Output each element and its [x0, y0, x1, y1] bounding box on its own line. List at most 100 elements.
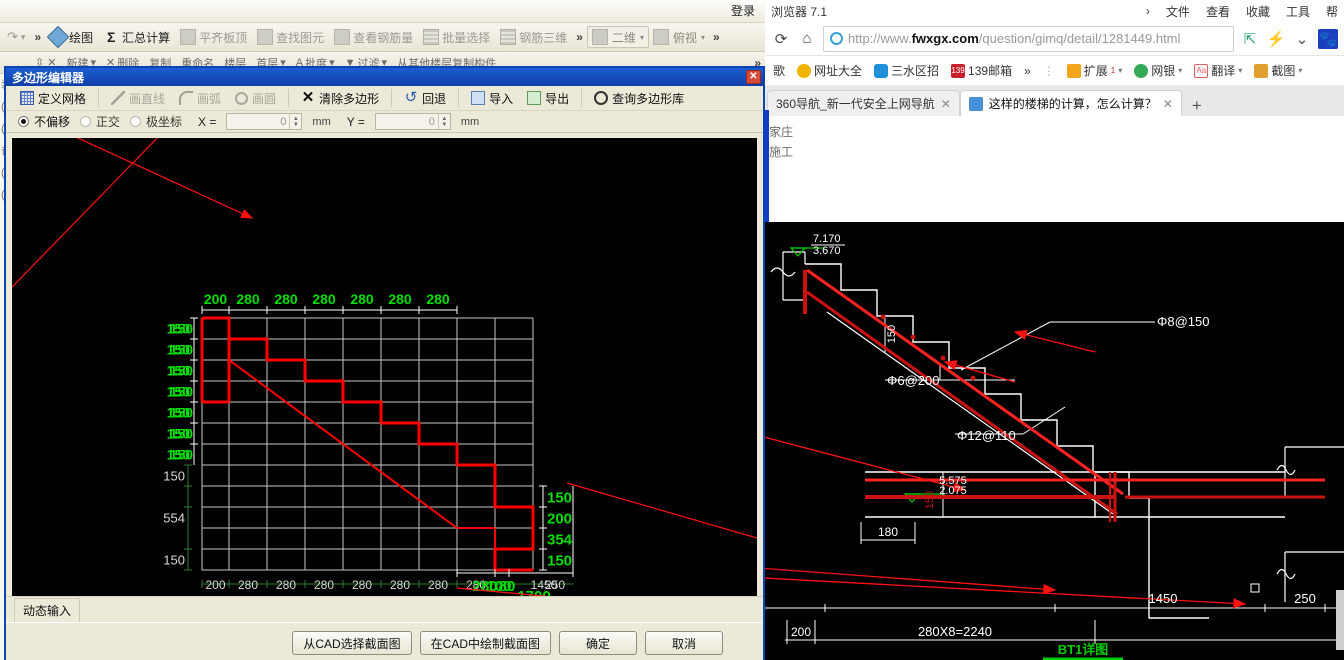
stair-detail-svg: 7.1703.670150Φ8@150Φ6@200Φ12@1105.5752.0…	[765, 233, 1344, 660]
scrollbar-thumb[interactable]	[1336, 590, 1344, 650]
x-input-spinner[interactable]: ▲▼	[226, 113, 303, 130]
lightning-icon[interactable]: ⚡	[1266, 29, 1286, 49]
menu-file[interactable]: 文件	[1166, 3, 1190, 20]
page-line-2: 施工	[769, 145, 794, 159]
bookmark-139mail[interactable]: 139 139邮箱	[947, 60, 1016, 81]
toolbar-item-draw[interactable]: 绘图	[45, 25, 98, 49]
chevron-right-icon-2[interactable]: »	[572, 30, 587, 44]
close-icon[interactable]: ✕	[746, 70, 761, 84]
ok-button[interactable]: 确定	[559, 631, 637, 655]
chevron-down-icon[interactable]: ⌄	[1292, 29, 1312, 49]
tab-stair-question[interactable]: 这样的楼梯的计算，怎么计算？ ✕	[959, 90, 1182, 116]
menu-overflow-icon[interactable]: ›	[1146, 4, 1150, 18]
dialog-toolbar: 定义网格 画直线 画弧 画圆 ✕ 清除多边形 ↺ 回退 导入 导出 查询多边形库	[6, 86, 763, 111]
bookmark-song[interactable]: 歌	[769, 60, 789, 81]
browser-menubar: › 文件 查看 收藏 工具 帮	[1146, 3, 1338, 20]
paw-icon[interactable]: 🐾	[1318, 28, 1338, 49]
bookmark-139mail-label: 139邮箱	[968, 64, 1013, 78]
toolbar-item-view-rebar-qty[interactable]: 查看钢筋量	[329, 25, 418, 49]
toolbar-item-align-slab-top[interactable]: 平齐板顶	[175, 25, 252, 49]
ext-online-bank-label: 网银	[1151, 64, 1176, 78]
chevron-down-icon-top: ▾	[700, 32, 705, 42]
tab-360-navigation[interactable]: 360导航_新一代安全上网导航 ✕	[767, 90, 960, 116]
dialog-tool-draw-arc[interactable]: 画弧	[173, 88, 227, 108]
sanshui-icon	[874, 63, 889, 78]
dialog-tool-undo[interactable]: ↺ 回退	[398, 88, 452, 108]
chevron-right-icon-3[interactable]: »	[709, 30, 724, 44]
x-field-label: X =	[198, 114, 217, 129]
x-spinner-arrows[interactable]: ▲ ▼	[289, 114, 301, 129]
ext-extensions-chevron-icon[interactable]: ▾	[1118, 66, 1122, 75]
menu-tools[interactable]: 工具	[1286, 3, 1310, 20]
svg-text:7.170: 7.170	[813, 233, 841, 245]
ext-screenshot-chevron-icon[interactable]: ▾	[1298, 66, 1302, 75]
y-input-spinner[interactable]: ▲▼	[374, 113, 451, 130]
view-combo-top[interactable]: 俯视 ▾	[649, 26, 709, 48]
svg-text:150: 150	[170, 384, 194, 400]
address-bar[interactable]: http://www.fwxgx.com/question/gimq/detai…	[823, 25, 1234, 52]
dialog-tool-import[interactable]: 导入	[465, 88, 519, 108]
tab-close-icon-2[interactable]: ✕	[1163, 97, 1173, 111]
home-icon[interactable]: ⌂	[797, 29, 817, 49]
ext-translate[interactable]: Aa 翻译 ▾	[1190, 60, 1246, 81]
svg-text:280X8=2240: 280X8=2240	[918, 624, 992, 639]
toolbar-item-batch-select-label: 批量选择	[442, 30, 491, 45]
reload-icon[interactable]: ⟳	[771, 29, 791, 49]
svg-text:150: 150	[170, 405, 194, 421]
toolbar-overflow-left[interactable]: ↷ ▾	[2, 25, 30, 49]
dialog-tool-query-library[interactable]: 查询多边形库	[588, 88, 690, 108]
radio-orthogonal-dot	[80, 116, 92, 127]
draw-section-in-cad-button[interactable]: 在CAD中绘制截面图	[419, 631, 551, 655]
toolbar-item-find-element[interactable]: 查找图元	[252, 25, 329, 49]
ext-screenshot[interactable]: 截图 ▾	[1250, 60, 1306, 81]
radio-orthogonal[interactable]: 正交	[80, 113, 120, 130]
ext-translate-chevron-icon[interactable]: ▾	[1238, 66, 1242, 75]
online-bank-icon	[1134, 63, 1149, 78]
menu-view[interactable]: 查看	[1206, 3, 1230, 20]
ext-online-bank[interactable]: 网银 ▾	[1130, 60, 1186, 81]
svg-text:280: 280	[352, 578, 372, 592]
new-tab-button[interactable]: +	[1182, 96, 1212, 116]
toolbar-item-summary-calc[interactable]: Σ 汇总计算	[98, 25, 175, 49]
blue-edge-marker	[765, 110, 769, 222]
radio-polar[interactable]: 极坐标	[130, 113, 182, 130]
dialog-tool-draw-line[interactable]: 画直线	[105, 88, 171, 108]
svg-text:354: 354	[547, 532, 573, 549]
dialog-tool-define-grid[interactable]: 定义网格	[14, 88, 92, 108]
grid-icon	[20, 91, 34, 105]
select-section-from-cad-button[interactable]: 从CAD选择截面图	[292, 631, 412, 655]
bookmark-site-directory[interactable]: 网址大全	[793, 60, 866, 81]
chevron-right-icon-1[interactable]: »	[30, 30, 45, 44]
bookmarks-overflow-icon[interactable]: »	[1020, 62, 1035, 80]
tab-close-icon-1[interactable]: ✕	[941, 97, 951, 111]
dialog-tool-clear-polygon[interactable]: ✕ 清除多边形	[295, 88, 385, 108]
svg-text:150: 150	[170, 363, 194, 379]
y-input[interactable]	[375, 114, 438, 129]
toolbar-item-rebar-3d[interactable]: 钢筋三维	[495, 25, 572, 49]
share-icon[interactable]: ⇱	[1240, 29, 1260, 49]
cancel-button[interactable]: 取消	[645, 631, 723, 655]
svg-text:Φ8@150: Φ8@150	[1157, 314, 1210, 329]
polygon-drawing-canvas[interactable]: 200 280 280 280 280 280 280 150 150 150 150 150 150 1…	[12, 138, 757, 616]
dialog-tool-export[interactable]: 导出	[521, 88, 575, 108]
menu-favorites[interactable]: 收藏	[1246, 3, 1270, 20]
menu-help[interactable]: 帮	[1326, 3, 1338, 20]
radio-no-offset[interactable]: 不偏移	[18, 113, 70, 130]
login-link[interactable]: 登录	[731, 2, 755, 19]
radio-no-offset-label: 不偏移	[34, 115, 71, 129]
dialog-tool-clear-polygon-label: 清除多边形	[319, 91, 380, 106]
dialog-tool-query-library-label: 查询多边形库	[612, 91, 685, 106]
toolbar-item-batch-select[interactable]: 批量选择	[418, 25, 495, 49]
ext-bank-chevron-icon[interactable]: ▾	[1178, 66, 1182, 75]
y-spinner-arrows[interactable]: ▲ ▼	[437, 114, 450, 129]
ext-extensions[interactable]: 扩展 1 ▾	[1063, 60, 1126, 81]
dynamic-input-tab[interactable]: 动态输入	[14, 597, 81, 622]
view-combo-2d[interactable]: 二维 ▾	[586, 26, 649, 48]
x-input[interactable]	[227, 114, 290, 129]
app-titlebar: 登录	[0, 0, 765, 22]
extensions-icon	[1066, 63, 1081, 78]
browser-window-title: 浏览器 7.1	[771, 4, 828, 19]
bookmark-sanshui[interactable]: 三水区招	[870, 60, 943, 81]
page-content-area: 家庄 施工	[765, 116, 1344, 180]
dialog-tool-draw-circle[interactable]: 画圆	[229, 88, 282, 108]
